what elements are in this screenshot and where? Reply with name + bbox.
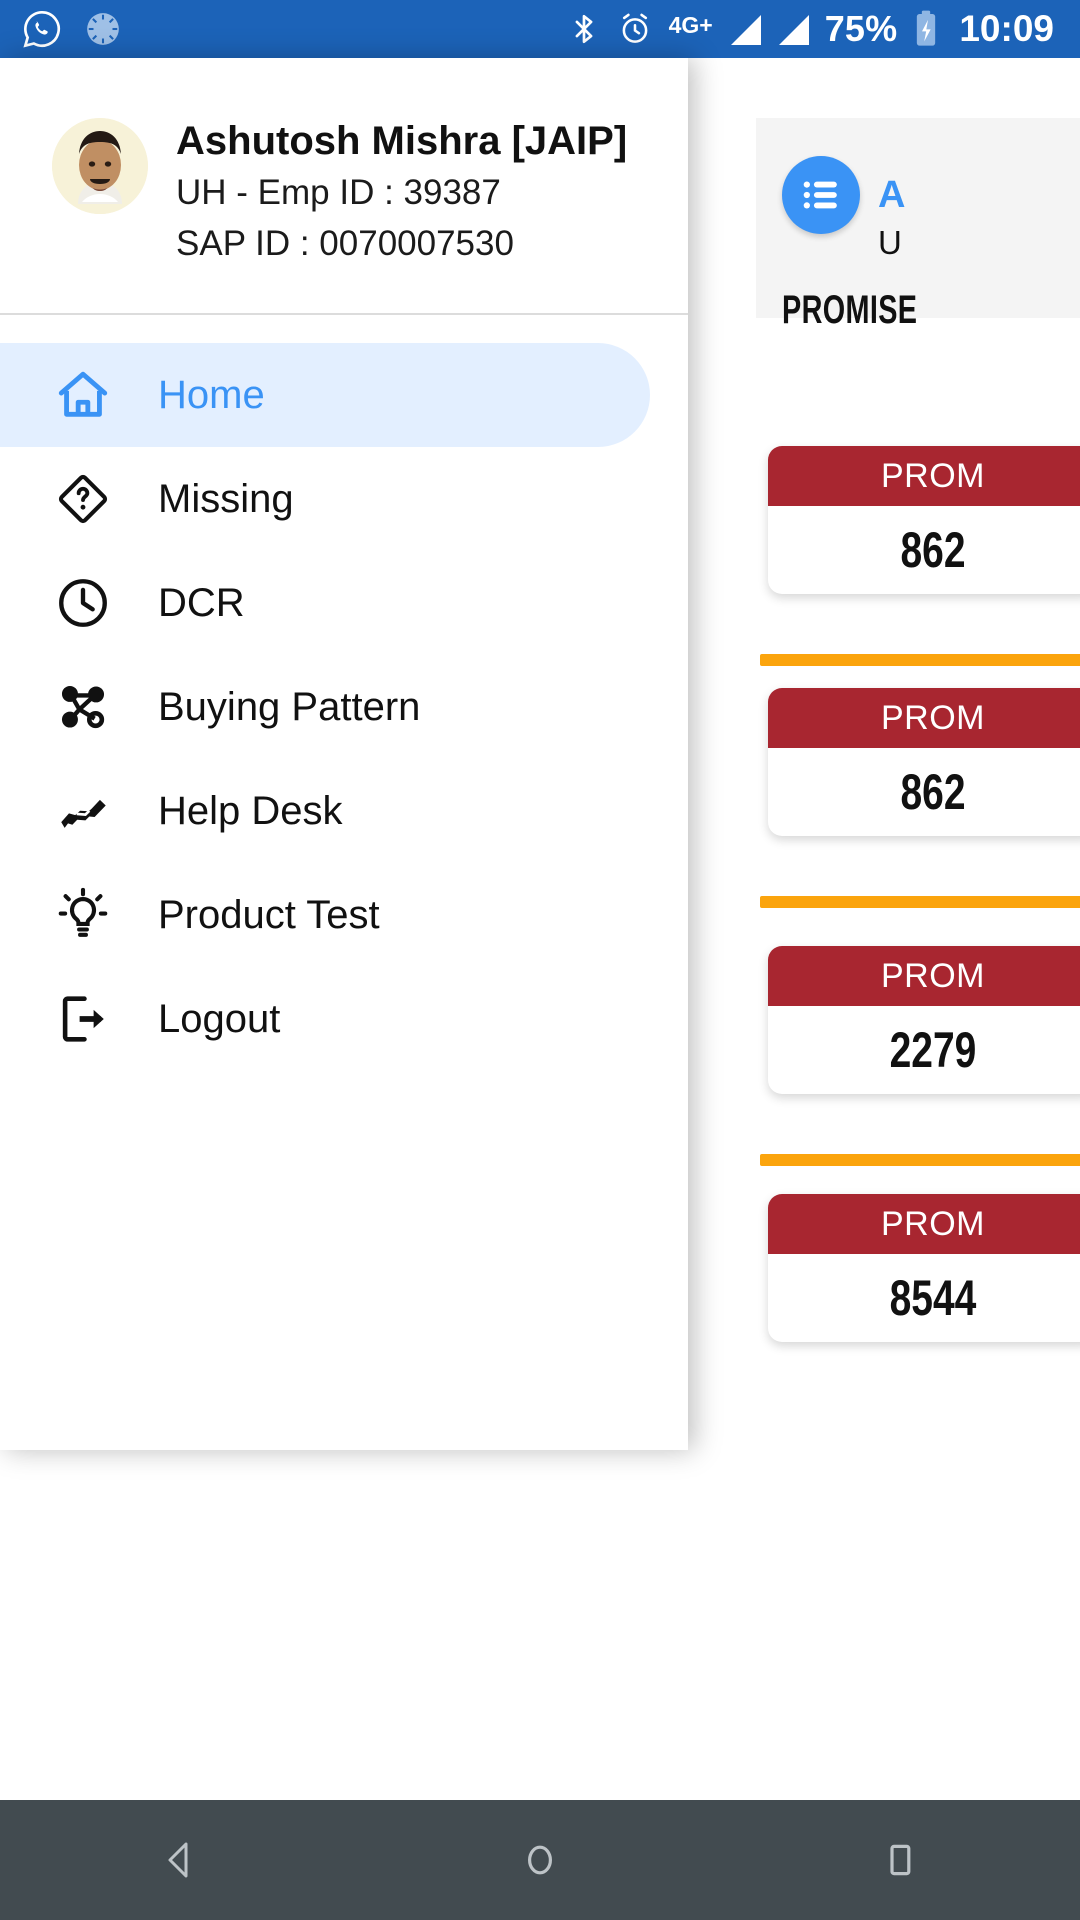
navigation-drawer: Ashutosh Mishra [JAIP] UH - Emp ID : 393…: [0, 58, 688, 1450]
stat-card[interactable]: PROM 862: [768, 446, 1080, 594]
stat-card-header: PROM: [768, 1194, 1080, 1254]
sidebar-item-help-desk[interactable]: Help Desk: [0, 759, 688, 863]
stat-card[interactable]: PROM 2279: [768, 946, 1080, 1094]
app-header-row: A: [782, 156, 1080, 234]
app-subtitle: U: [878, 224, 902, 261]
battery-charging-icon: [913, 9, 939, 49]
alarm-clock-icon: [617, 11, 653, 47]
network-nodes-icon: [52, 676, 114, 738]
stat-card-header: PROM: [768, 688, 1080, 748]
network-type-label: 4G+: [668, 12, 713, 38]
signal-bars-sim2-icon: [777, 13, 809, 45]
sidebar-item-dcr[interactable]: DCR: [0, 551, 688, 655]
section-divider: [760, 896, 1080, 908]
bluetooth-icon: [567, 12, 601, 46]
profile-text-block: Ashutosh Mishra [JAIP] UH - Emp ID : 393…: [176, 118, 627, 268]
avatar: [52, 118, 148, 214]
help-diamond-icon: [52, 468, 114, 530]
sidebar-item-product-test[interactable]: Product Test: [0, 863, 688, 967]
whatsapp-icon: [22, 9, 62, 49]
back-nav-button[interactable]: [120, 1800, 240, 1920]
status-bar: 4G+ 75% 10:09: [0, 0, 1080, 58]
sidebar-item-label: Help Desk: [158, 788, 343, 833]
clock-icon: [52, 572, 114, 634]
stat-card[interactable]: PROM 862: [768, 688, 1080, 836]
sidebar-item-label: DCR: [158, 580, 245, 625]
home-icon: [52, 364, 114, 426]
recents-nav-button[interactable]: [840, 1800, 960, 1920]
sidebar-item-label: Product Test: [158, 892, 380, 937]
status-bar-notifications: [22, 9, 122, 49]
home-nav-button[interactable]: [480, 1800, 600, 1920]
sidebar-item-label: Buying Pattern: [158, 684, 421, 729]
signal-bars-sim1-icon: [729, 13, 761, 45]
sidebar-item-logout[interactable]: Logout: [0, 967, 688, 1071]
stat-card-value: 862: [900, 764, 966, 820]
stat-card-value: 862: [900, 522, 966, 578]
sync-spinner-icon: [84, 10, 122, 48]
stat-card-header: PROM: [768, 446, 1080, 506]
system-navigation-bar: [0, 1800, 1080, 1920]
sidebar-item-home[interactable]: Home: [0, 343, 650, 447]
status-bar-system-icons: 4G+ 75% 10:09: [567, 8, 1054, 50]
profile-emp-id: UH - Emp ID : 39387: [176, 173, 501, 213]
sidebar-item-label: Home: [158, 372, 265, 417]
sidebar-item-missing[interactable]: Missing: [0, 447, 688, 551]
section-divider: [760, 654, 1080, 666]
drawer-profile-header[interactable]: Ashutosh Mishra [JAIP] UH - Emp ID : 393…: [0, 58, 688, 315]
sidebar-item-label: Logout: [158, 996, 281, 1041]
sidebar-item-label: Missing: [158, 476, 294, 521]
drawer-menu-list: Home Missing DCR Buying Pattern Help Des…: [0, 315, 688, 1071]
app-header-card: A U PROMISE: [756, 118, 1080, 332]
promise-section-label: PROMISE: [782, 288, 918, 332]
sidebar-item-buying-pattern[interactable]: Buying Pattern: [0, 655, 688, 759]
battery-percent-label: 75%: [824, 8, 898, 49]
lightbulb-icon: [52, 884, 114, 946]
profile-sap-id: SAP ID : 0070007530: [176, 224, 514, 264]
logout-icon: [52, 988, 114, 1050]
stat-card-header: PROM: [768, 946, 1080, 1006]
stat-card-value: 8544: [889, 1270, 977, 1326]
list-badge-icon: [782, 156, 860, 234]
stat-card[interactable]: PROM 8544: [768, 1194, 1080, 1342]
section-divider: [760, 1154, 1080, 1166]
app-title: A: [878, 173, 906, 216]
handshake-icon: [52, 780, 114, 842]
clock-label: 10:09: [959, 8, 1054, 49]
profile-name: Ashutosh Mishra [JAIP]: [176, 119, 628, 163]
stat-card-value: 2279: [889, 1022, 977, 1078]
